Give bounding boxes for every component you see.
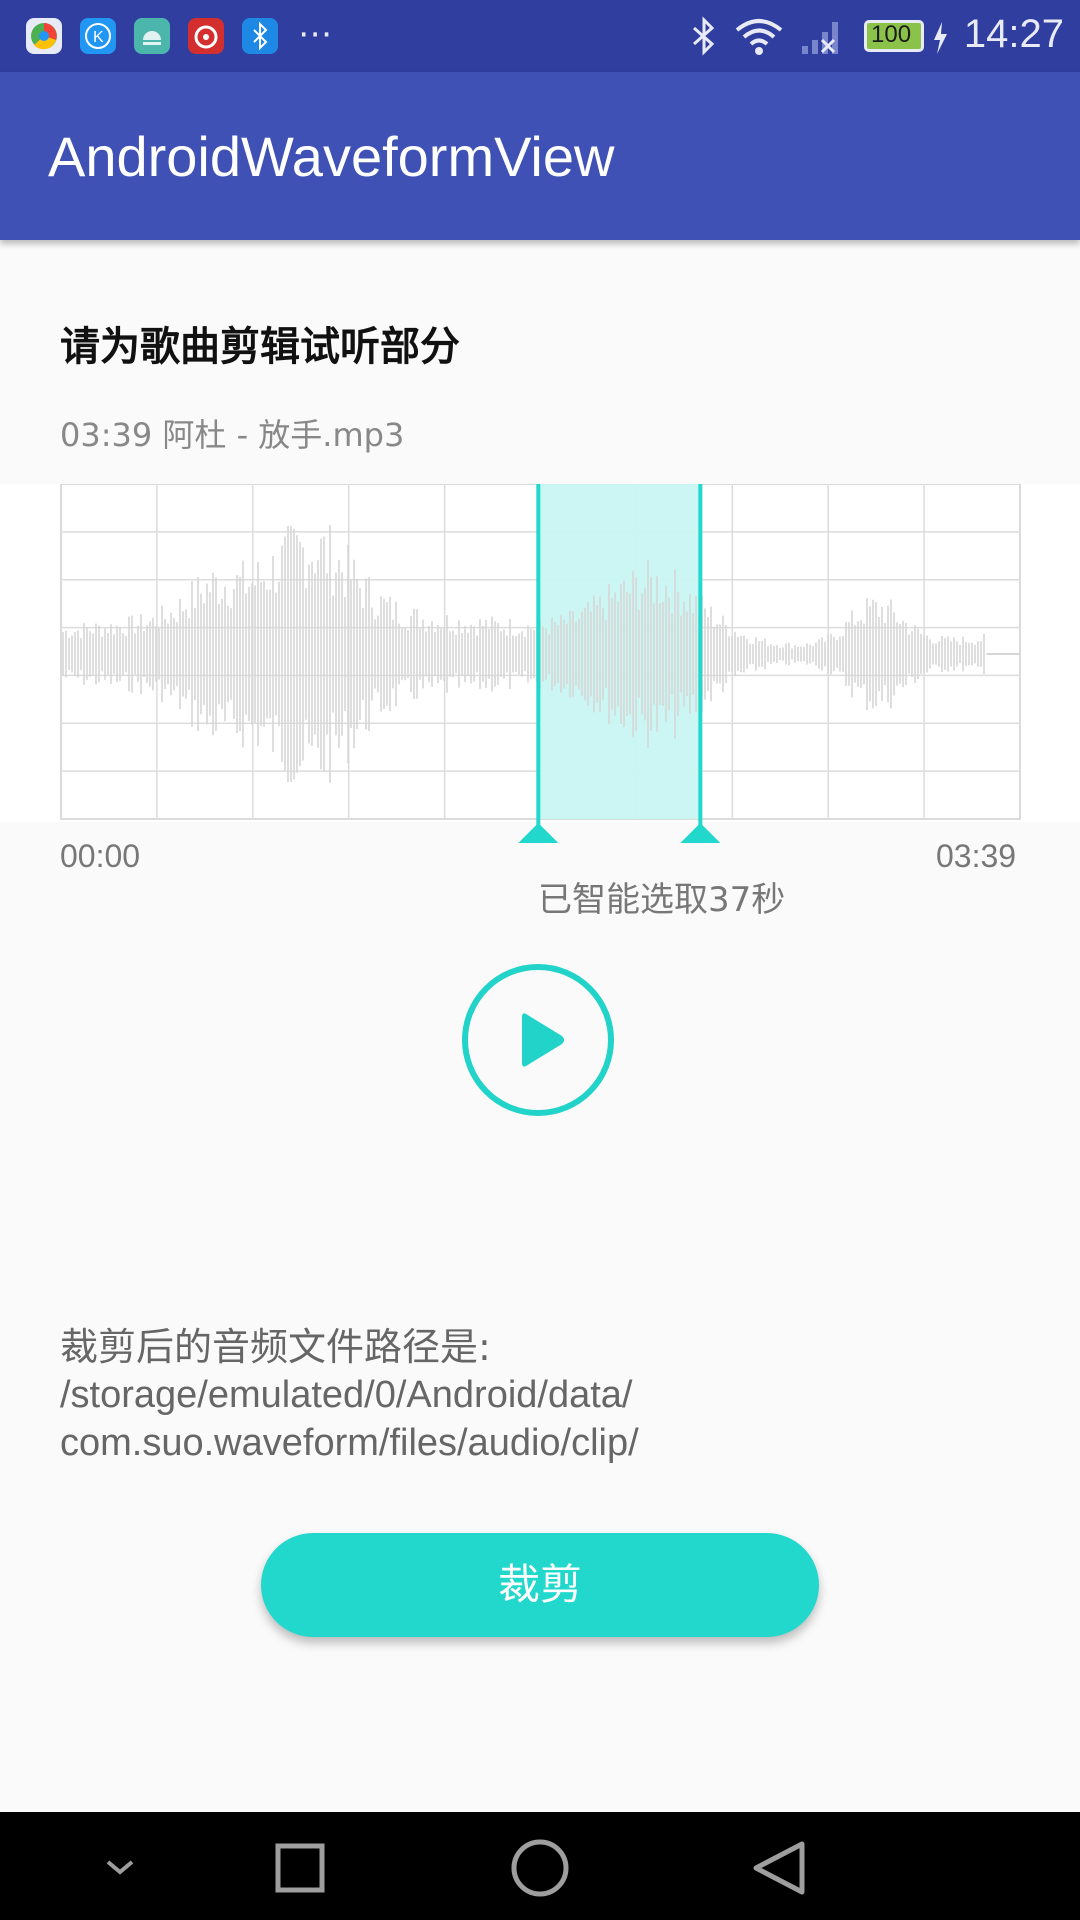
start-time-label: 00:00 <box>60 838 141 874</box>
play-button[interactable] <box>462 964 614 1116</box>
navigation-bar <box>0 1812 1080 1920</box>
home-icon[interactable] <box>480 1812 600 1920</box>
signal-icon <box>802 22 838 54</box>
battery-icon: 100 <box>864 20 924 52</box>
back-icon[interactable] <box>720 1812 840 1920</box>
recents-icon[interactable] <box>240 1812 360 1920</box>
wifi-icon <box>735 19 783 55</box>
bluetooth-icon <box>693 16 715 56</box>
chrome-icon <box>26 18 62 54</box>
file-info: 03:39 阿杜 - 放手.mp3 <box>60 416 405 454</box>
back-chevron-icon[interactable] <box>30 1812 150 1920</box>
more-notifications-icon: ⋯ <box>298 14 332 54</box>
selection-region <box>538 484 701 819</box>
status-bar: K ⋯ 100 14:27 <box>0 0 1080 72</box>
status-time: 14:27 <box>963 12 1064 56</box>
app-title: AndroidWaveformView <box>48 125 615 188</box>
selection-end-handle[interactable] <box>680 823 721 843</box>
kugou-icon: K <box>80 18 116 54</box>
end-time-label: 03:39 <box>936 838 1017 874</box>
output-path-line-2: com.suo.waveform/files/audio/clip/ <box>60 1422 639 1464</box>
battery-level: 100 <box>871 21 912 48</box>
output-path-line-1: /storage/emulated/0/Android/data/ <box>60 1374 633 1416</box>
selection-duration-text: 已智能选取37秒 <box>538 880 786 920</box>
bluetooth-app-icon <box>242 18 278 54</box>
output-path-label: 裁剪后的音频文件路径是: <box>60 1325 491 1369</box>
play-icon <box>522 1013 564 1067</box>
waveform-view[interactable] <box>0 484 1080 854</box>
page-heading: 请为歌曲剪辑试听部分 <box>60 324 460 370</box>
clip-button[interactable]: 裁剪 <box>261 1533 819 1637</box>
selection-start-handle[interactable] <box>518 823 559 843</box>
android-icon <box>134 18 170 54</box>
netease-music-icon <box>188 18 224 54</box>
app-bar: AndroidWaveformView <box>0 72 1080 240</box>
charging-icon <box>934 22 947 54</box>
svg-text:K: K <box>93 29 104 46</box>
